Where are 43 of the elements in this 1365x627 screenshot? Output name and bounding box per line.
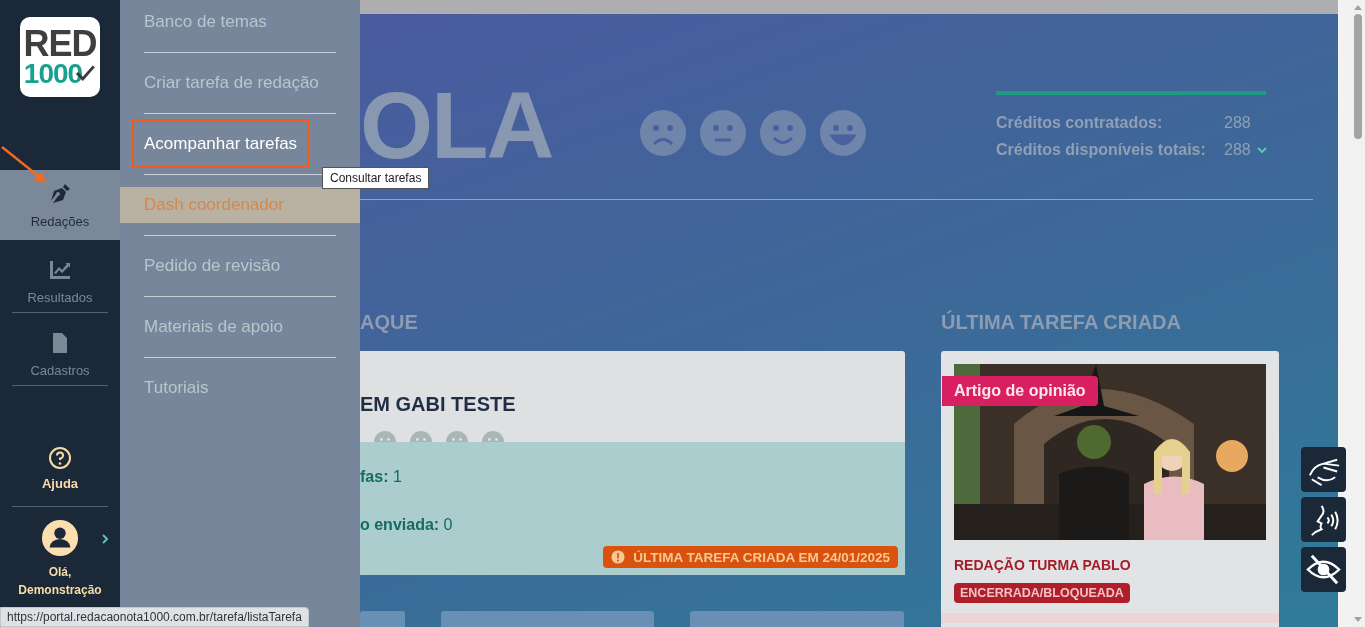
alert-icon (611, 550, 626, 564)
tooltip: Consultar tarefas (322, 167, 430, 189)
avatar-icon[interactable] (41, 519, 79, 557)
genre-tag: Artigo de opinião (942, 376, 1098, 406)
stat-text: fas: 1 (360, 468, 402, 486)
voice-reader-button[interactable] (1301, 497, 1346, 542)
hide-icon[interactable] (1301, 547, 1346, 592)
credits-label: Créditos disponíveis totais: (996, 140, 1207, 159)
chevron-down-icon[interactable] (1256, 145, 1268, 154)
help-button[interactable]: Ajuda (41, 446, 79, 491)
nav-item[interactable]: Redações (0, 170, 120, 240)
badge-text: ÚLTIMA TAREFA CRIADA EM 24/01/2025 (633, 549, 890, 565)
scroll-thumb[interactable] (1353, 14, 1362, 139)
chevron-icon[interactable] (101, 533, 109, 545)
submenu-item[interactable]: Banco de temas (132, 4, 279, 40)
task-card[interactable]: Artigo de opinião REDAÇÃO TURMA PABLO ENCERRADA/BLOQUEADA (941, 351, 1279, 627)
nav-item[interactable]: Resultados (0, 250, 120, 312)
section-heading: AQUE (360, 311, 419, 333)
face-icon (760, 110, 806, 156)
nav-item[interactable]: Cadastros (0, 323, 120, 385)
face-icon (820, 110, 866, 156)
user-greeting: Olá, Demonstração (17, 564, 103, 599)
card-background (360, 611, 405, 627)
credits-value: 288 (1224, 140, 1252, 159)
card-title: EM GABI TESTE (360, 392, 517, 416)
submenu-item[interactable]: Criar tarefa de redação (132, 65, 331, 101)
logo: RED 1000 (20, 17, 100, 97)
submenu-item[interactable]: Pedido de revisão (132, 248, 293, 284)
pen-icon (48, 181, 72, 206)
status-badge: ENCERRADA/BLOQUEADA (954, 583, 1130, 603)
submenu-item[interactable]: Tutoriais (132, 370, 221, 406)
face-icon (640, 110, 686, 156)
submenu-item[interactable]: Materiais de apoio (132, 309, 295, 345)
help-icon (48, 446, 72, 470)
credits-label: Créditos contratados: (996, 113, 1164, 132)
sign-language-button[interactable] (1301, 447, 1346, 492)
section-heading: ÚLTIMA TAREFA CRIADA (941, 311, 1182, 333)
status-url: https://portal.redacaonota1000.com.br/tarefa/listaTarefa (0, 607, 309, 627)
stat-text: o enviada: 0 (360, 516, 453, 534)
face-icon (700, 110, 746, 156)
credits-value: 288 (1224, 113, 1252, 132)
task-title: REDAÇÃO TURMA PABLO (954, 557, 1132, 573)
submenu-item[interactable]: Acompanhar tarefas (132, 119, 310, 168)
